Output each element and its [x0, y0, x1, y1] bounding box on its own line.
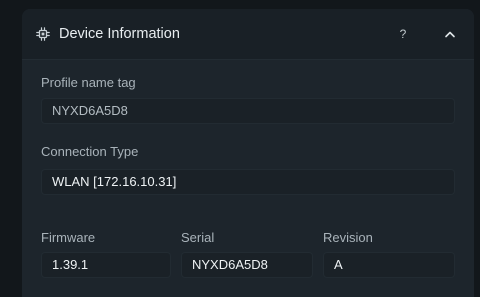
- firmware-field[interactable]: 1.39.1: [41, 252, 171, 278]
- serial-label: Serial: [181, 230, 215, 245]
- serial-field[interactable]: NYXD6A5D8: [181, 252, 313, 278]
- profile-name-label: Profile name tag: [41, 75, 136, 90]
- connection-type-label: Connection Type: [41, 144, 139, 159]
- firmware-label: Firmware: [41, 230, 96, 245]
- profile-name-field[interactable]: NYXD6A5D8: [41, 98, 455, 124]
- panel-title: Device Information: [59, 26, 180, 42]
- help-button[interactable]: ?: [394, 25, 412, 43]
- connection-type-field[interactable]: WLAN [172.16.10.31]: [41, 169, 455, 195]
- page: Device Information ? Profile name tag NY…: [0, 0, 480, 297]
- revision-label: Revision: [323, 230, 373, 245]
- device-information-panel: Device Information ? Profile name tag NY…: [22, 9, 474, 297]
- chip-icon: [35, 26, 51, 42]
- revision-field[interactable]: A: [323, 252, 455, 278]
- chevron-up-icon[interactable]: [440, 25, 460, 43]
- panel-header[interactable]: Device Information ?: [22, 9, 474, 60]
